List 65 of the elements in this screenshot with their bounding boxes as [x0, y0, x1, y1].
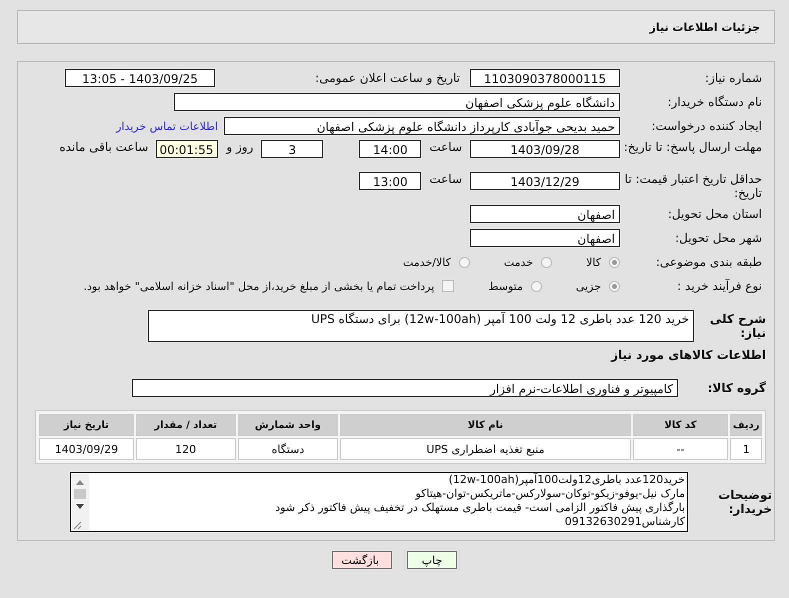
radio-button[interactable]: [609, 256, 620, 268]
radio-button[interactable]: [541, 256, 552, 268]
table-cell: دستگاه: [238, 438, 338, 460]
table-cell: 1: [730, 438, 762, 460]
column-header: ردیف: [730, 414, 762, 436]
contact-link[interactable]: اطلاعات تماس خریدار: [116, 120, 224, 132]
column-header: واحد شمارش: [238, 414, 338, 436]
column-header: تعداد / مقدار: [136, 414, 236, 436]
field-label: استان محل تحویل:: [666, 207, 762, 221]
field-label: گروه کالا:: [706, 381, 766, 395]
description-field: خرید 120 عدد باطری 12 ولت 100 آمپر (12w-100ah) برای دستگاه UPS: [148, 310, 694, 342]
field-label: شهر محل تحویل:: [674, 231, 762, 245]
announce-date-field: 1403/09/25 - 13:05: [65, 69, 215, 87]
field-label: تاریخ و ساعت اعلان عمومی:: [314, 71, 461, 85]
need-number-field: 1103090378000115: [470, 69, 620, 87]
back-button[interactable]: بازگشت: [332, 551, 392, 569]
column-header: تاریخ نیاز: [38, 414, 134, 436]
days-field: 3: [261, 140, 324, 158]
field-label: ساعت باقی مانده: [58, 140, 150, 154]
table-cell: 120: [136, 438, 236, 460]
radio-button[interactable]: [609, 280, 620, 292]
province-field: اصفهان: [470, 205, 620, 223]
field-label: توضیحات خریدار:: [717, 488, 772, 516]
requester-field: حمید بدیحی جوآبادی کارپرداز دانشگاه علوم پزشکی اصفهان: [224, 117, 620, 135]
field-label: نوع فرآیند خرید :: [676, 279, 762, 293]
field-label: ایجاد کننده درخواست:: [650, 119, 762, 133]
field-label: شماره نیاز:: [704, 71, 762, 85]
time-field: 14:00: [359, 140, 422, 158]
note-line: مارک نیل-یوفو-زیکو-توکان-سولارکس-ماتریکس-توان-هیتاکو: [414, 487, 685, 501]
date-field: 1403/09/28: [470, 140, 620, 158]
table-cell: منبع تغذیه اضطراری UPS: [340, 438, 631, 460]
table-cell: 1403/09/29: [38, 438, 134, 460]
column-header: کد کالا: [632, 414, 728, 436]
column-header: نام کالا: [340, 414, 631, 436]
date-field: 1403/12/29: [470, 172, 620, 190]
radio-label: متوسط: [488, 280, 523, 292]
radio-label: کالا/خدمت: [403, 256, 451, 268]
note-line: خرید120عدد باطری12ولت100آمپر(12w-100ah): [448, 473, 685, 487]
note-line: کارشناس09132630291: [564, 515, 685, 529]
section-title: اطلاعات کالاهای مورد نیاز: [610, 348, 766, 362]
scrollbar-icon: [71, 473, 89, 531]
goods-group-field: کامپیوتر و فناوری اطلاعات-نرم افزار: [132, 379, 678, 397]
field-label: شرح کلی نیاز:: [708, 312, 766, 340]
checkbox[interactable]: [442, 280, 454, 292]
field-label: طبقه بندی موضوعی:: [654, 255, 762, 269]
radio-button[interactable]: [530, 280, 542, 292]
print-button[interactable]: چاپ: [407, 551, 457, 569]
city-field: اصفهان: [470, 229, 620, 247]
radio-label: خدمت: [504, 256, 534, 268]
time-field: 13:00: [359, 172, 422, 190]
field-label: ساعت: [428, 140, 463, 154]
radio-button[interactable]: [458, 256, 470, 268]
radio-label: جزیی: [576, 280, 601, 292]
field-label: نام دستگاه خریدار:: [666, 95, 762, 109]
page-title: جزئیات اطلاعات نیاز: [650, 20, 760, 34]
table-cell: --: [632, 438, 728, 460]
buyer-org-field: دانشگاه علوم پزشکی اصفهان: [174, 93, 620, 111]
field-label: ساعت: [428, 172, 463, 186]
field-label: حداقل تاریخ اعتبار قیمت: تا تاریخ:: [624, 172, 762, 200]
note-line: بارگذاری پیش فاکتور الزامی است- قیمت باطری مستهلک در تخفیف پیش فاکتور ذکر شود: [274, 501, 685, 515]
field-label: مهلت ارسال پاسخ: تا تاریخ:: [622, 140, 762, 154]
remaining-time-field: 00:01:55: [156, 140, 218, 158]
radio-label: کالا: [586, 256, 601, 268]
checkbox-label: پرداخت تمام یا بخشی از مبلغ خرید،از محل "اسناد خزانه اسلامی" خواهد بود.: [84, 280, 434, 292]
field-label: روز و: [224, 140, 254, 154]
